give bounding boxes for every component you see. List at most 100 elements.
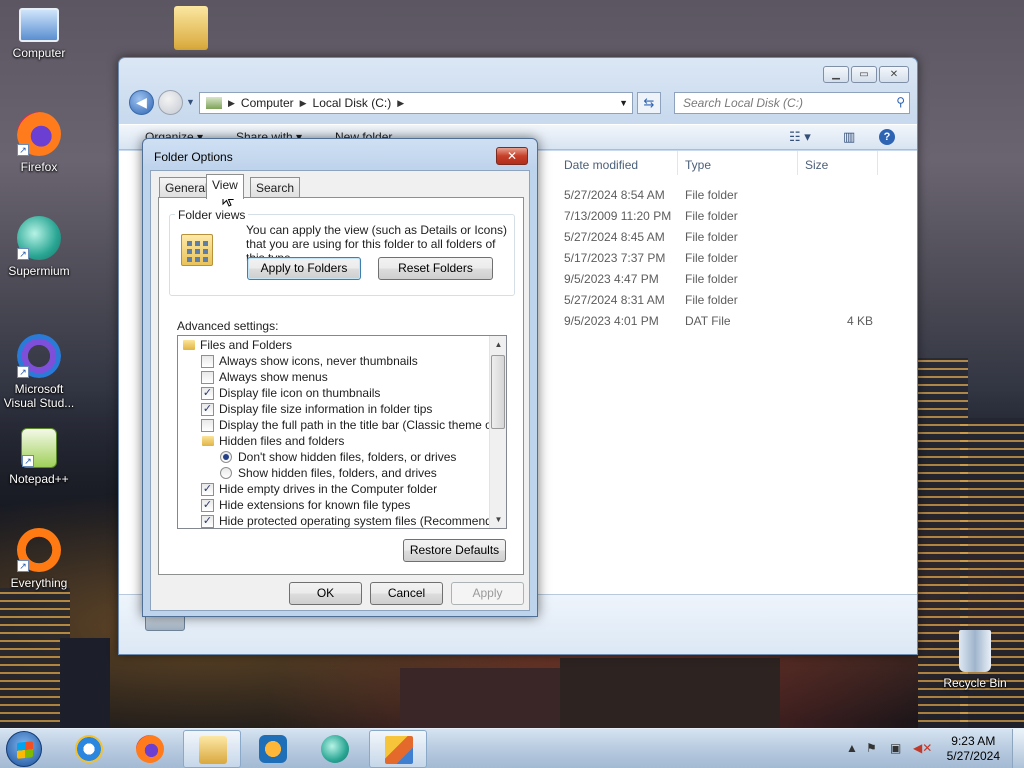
drive-icon bbox=[206, 97, 222, 109]
desktop-icon-everything[interactable]: ↗ Everything bbox=[0, 528, 78, 590]
dialog-body: General View Search Folder views You can… bbox=[150, 170, 530, 611]
firefox-icon: ↗ bbox=[17, 112, 61, 156]
checkbox[interactable] bbox=[201, 419, 214, 432]
window-caption-buttons: ▁ ▭ ✕ bbox=[823, 66, 909, 83]
row-size: 4 KB bbox=[847, 314, 874, 328]
desktop-icon-visual-studio[interactable]: ↗ Microsoft Visual Stud... bbox=[0, 334, 78, 410]
ok-button[interactable]: OK bbox=[289, 582, 362, 605]
reset-folders-button[interactable]: Reset Folders bbox=[378, 257, 493, 280]
shortcut-arrow-icon: ↗ bbox=[17, 144, 29, 156]
desktop-icon-recycle-bin[interactable]: Recycle Bin bbox=[936, 630, 1014, 690]
forward-button[interactable] bbox=[158, 90, 183, 115]
clock-time: 9:23 AM bbox=[951, 734, 996, 748]
row-type: File folder bbox=[685, 293, 738, 307]
address-dropdown-icon[interactable]: ▼ bbox=[619, 98, 628, 108]
desktop-icon-computer[interactable]: Computer bbox=[0, 8, 78, 60]
radio-selected[interactable] bbox=[220, 451, 232, 463]
desktop-icon-supermium[interactable]: ↗ Supermium bbox=[0, 216, 78, 278]
system-clock[interactable]: 9:23 AM 5/27/2024 bbox=[947, 734, 1000, 764]
desktop-icon-folder[interactable] bbox=[152, 6, 230, 54]
breadcrumb-separator-icon: ▶ bbox=[228, 97, 235, 108]
breadcrumb-local-disk[interactable]: Local Disk (C:) bbox=[313, 96, 392, 110]
firefox-icon bbox=[136, 735, 164, 763]
maximize-button[interactable]: ▭ bbox=[851, 66, 877, 83]
media-player-icon bbox=[259, 735, 287, 763]
column-separator bbox=[677, 151, 678, 175]
checkbox-checked[interactable]: ✓ bbox=[201, 403, 214, 416]
search-icon: ⚲ bbox=[896, 95, 905, 109]
show-hidden-icons-button[interactable]: ▲ bbox=[846, 741, 858, 755]
desktop-icon-firefox[interactable]: ↗ Firefox bbox=[0, 112, 78, 174]
folder-options-dialog: Folder Options ✕ General View Search Fol… bbox=[142, 138, 538, 617]
apply-to-folders-button[interactable]: Apply to Folders bbox=[247, 257, 361, 280]
shortcut-arrow-icon: ↗ bbox=[17, 248, 29, 260]
scroll-down-icon[interactable]: ▼ bbox=[490, 511, 506, 528]
column-size[interactable]: Size bbox=[805, 158, 828, 172]
advanced-settings-list[interactable]: Files and Folders Always show icons, nev… bbox=[177, 335, 507, 529]
taskbar-app-supermium[interactable] bbox=[306, 730, 364, 768]
action-center-flag-icon[interactable]: ⚑ bbox=[866, 741, 877, 755]
taskbar-app-internet-explorer[interactable] bbox=[60, 730, 118, 768]
help-icon[interactable]: ? bbox=[879, 129, 895, 145]
checkbox[interactable] bbox=[201, 371, 214, 384]
show-desktop-button[interactable] bbox=[1012, 729, 1024, 768]
taskbar-app-media-player[interactable] bbox=[244, 730, 302, 768]
row-date: 5/27/2024 8:45 AM bbox=[564, 230, 665, 244]
back-arrow-icon: ◀ bbox=[136, 94, 147, 110]
recent-pages-dropdown[interactable]: ▼ bbox=[186, 97, 195, 107]
folder-icon bbox=[174, 6, 208, 50]
breadcrumb-computer[interactable]: Computer bbox=[241, 96, 294, 110]
back-button[interactable]: ◀ bbox=[129, 90, 154, 115]
computer-icon bbox=[19, 8, 59, 42]
address-bar[interactable]: ▶ Computer ▶ Local Disk (C:) ▶ ▼ bbox=[199, 92, 633, 114]
desktop-icon-notepadpp[interactable]: ↗ Notepad++ bbox=[0, 428, 78, 486]
tab-view[interactable]: View bbox=[206, 174, 244, 199]
cancel-button[interactable]: Cancel bbox=[370, 582, 443, 605]
dialog-close-button[interactable]: ✕ bbox=[496, 147, 528, 165]
restore-defaults-button[interactable]: Restore Defaults bbox=[403, 539, 506, 562]
supermium-icon: ↗ bbox=[17, 216, 61, 260]
radio[interactable] bbox=[220, 467, 232, 479]
internet-explorer-icon bbox=[75, 735, 103, 763]
volume-muted-icon[interactable]: ◀✕ bbox=[913, 741, 932, 755]
shortcut-arrow-icon: ↗ bbox=[22, 455, 34, 467]
breadcrumb-separator-icon: ▶ bbox=[397, 97, 405, 108]
checkbox-checked[interactable]: ✓ bbox=[201, 515, 214, 528]
dialog-title: Folder Options bbox=[154, 150, 233, 164]
column-type[interactable]: Type bbox=[685, 158, 711, 172]
preview-pane-icon[interactable]: ▥ bbox=[843, 129, 855, 145]
scroll-thumb[interactable] bbox=[491, 355, 505, 429]
folder-icon bbox=[183, 340, 195, 350]
row-type: File folder bbox=[685, 209, 738, 223]
column-separator bbox=[797, 151, 798, 175]
checkbox-checked[interactable]: ✓ bbox=[201, 499, 214, 512]
column-date-modified[interactable]: Date modified bbox=[564, 158, 638, 172]
scroll-up-icon[interactable]: ▲ bbox=[490, 336, 506, 353]
refresh-button[interactable]: ⇆ bbox=[637, 92, 661, 114]
view-options-icon[interactable]: ☷ ▾ bbox=[789, 129, 811, 145]
network-icon[interactable]: ▣ bbox=[890, 741, 901, 755]
refresh-icon: ⇆ bbox=[643, 95, 655, 110]
close-button[interactable]: ✕ bbox=[879, 66, 909, 83]
checkbox-checked[interactable]: ✓ bbox=[201, 387, 214, 400]
file-explorer-icon bbox=[199, 736, 227, 764]
breadcrumb-separator-icon: ▶ bbox=[299, 97, 307, 108]
wallpaper-building bbox=[560, 658, 780, 728]
notepadpp-icon: ↗ bbox=[21, 428, 57, 468]
minimize-button[interactable]: ▁ bbox=[823, 66, 849, 83]
checkbox[interactable] bbox=[201, 355, 214, 368]
taskbar-app-file-explorer[interactable] bbox=[183, 730, 241, 768]
start-button[interactable] bbox=[6, 731, 42, 767]
search-input[interactable]: Search Local Disk (C:) ⚲ bbox=[674, 92, 910, 114]
taskbar-app-folder-options[interactable] bbox=[369, 730, 427, 768]
apply-button[interactable]: Apply bbox=[451, 582, 524, 605]
row-date: 5/27/2024 8:31 AM bbox=[564, 293, 665, 307]
checkbox-checked[interactable]: ✓ bbox=[201, 483, 214, 496]
view-tab-page: Folder views You can apply the view (suc… bbox=[158, 197, 524, 575]
clock-date: 5/27/2024 bbox=[946, 749, 1000, 763]
row-type: DAT File bbox=[685, 314, 731, 328]
taskbar-app-firefox[interactable] bbox=[121, 730, 179, 768]
row-type: File folder bbox=[685, 272, 738, 286]
tab-search[interactable]: Search bbox=[250, 177, 301, 198]
list-scrollbar[interactable]: ▲ ▼ bbox=[489, 336, 506, 528]
